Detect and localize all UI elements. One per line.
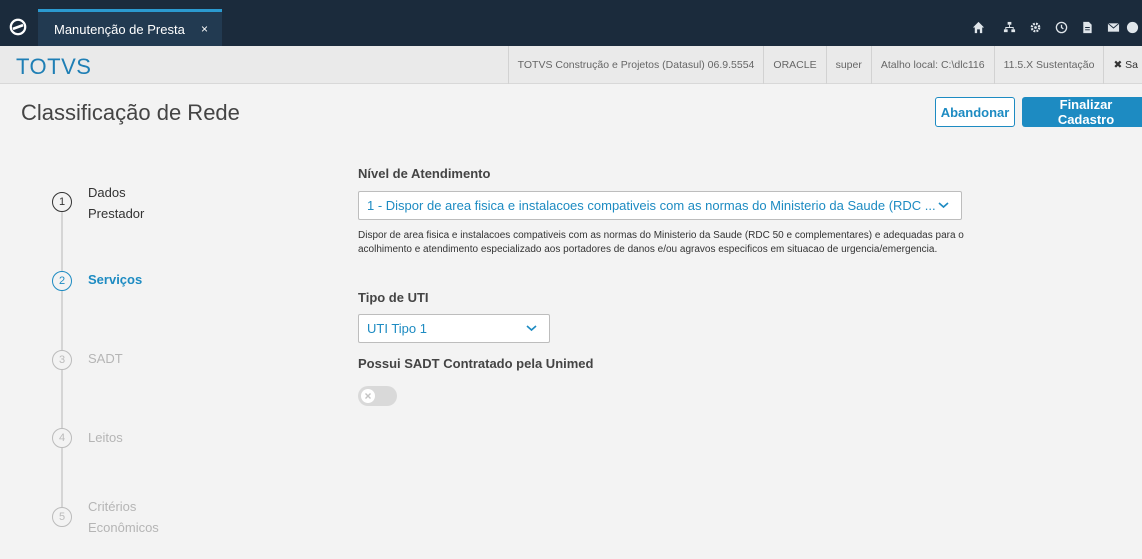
nivel-atendimento-label: Nível de Atendimento <box>358 166 491 181</box>
close-icon <box>361 389 375 403</box>
info-product: TOTVS Construção e Projetos (Datasul) 06… <box>507 46 764 84</box>
nivel-atendimento-help: Dispor de area fisica e instalacoes comp… <box>358 230 964 255</box>
help-icon[interactable] <box>1126 9 1142 46</box>
finish-registration-button[interactable]: Finalizar Cadastro <box>1022 97 1142 127</box>
brand-bar: TOTVS TOTVS Construção e Projetos (Datas… <box>0 46 1142 84</box>
chevron-down-icon <box>526 321 537 335</box>
top-bar: Manutenção de Presta × <box>0 0 1142 46</box>
abandon-button[interactable]: Abandonar <box>935 97 1015 127</box>
step-3-number[interactable]: 3 <box>52 350 72 370</box>
step-5-number[interactable]: 5 <box>52 507 72 527</box>
close-icon[interactable]: × <box>201 22 208 36</box>
brand-logo: TOTVS <box>16 54 92 79</box>
step-5-line2: Econômicos <box>88 520 159 535</box>
sitemap-icon[interactable] <box>996 9 1022 46</box>
sadt-label: Possui SADT Contratado pela Unimed <box>358 356 594 371</box>
step-5-line1: Critérios <box>88 499 137 514</box>
home-icon[interactable] <box>960 9 996 46</box>
step-1-label[interactable]: Dados Prestador <box>88 182 144 224</box>
tipo-uti-value: UTI Tipo 1 <box>367 321 427 336</box>
info-user: super <box>825 46 871 84</box>
sadt-toggle[interactable] <box>358 386 397 406</box>
exit-button[interactable]: ✖ Sa <box>1103 46 1142 84</box>
step-4-number[interactable]: 4 <box>52 428 72 448</box>
step-1-line2: Prestador <box>88 206 145 221</box>
step-5-label[interactable]: Critérios Econômicos <box>88 496 159 538</box>
tab-manutencao[interactable]: Manutenção de Presta × <box>38 9 222 46</box>
clock-icon[interactable] <box>1048 9 1074 46</box>
tipo-uti-label: Tipo de UTI <box>358 290 429 305</box>
step-2-label[interactable]: Serviços <box>88 269 142 290</box>
page-title: Classificação de Rede <box>21 100 240 125</box>
gear-icon[interactable] <box>1022 9 1048 46</box>
nivel-atendimento-value: 1 - Dispor de area fisica e instalacoes … <box>367 198 936 213</box>
chevron-down-icon <box>938 198 949 212</box>
step-1-number[interactable]: 1 <box>52 192 72 212</box>
environment-info: TOTVS Construção e Projetos (Datasul) 06… <box>507 46 1142 84</box>
totvs-logo-icon[interactable] <box>0 8 36 46</box>
info-database: ORACLE <box>763 46 825 84</box>
step-1-line1: Dados <box>88 185 126 200</box>
mail-icon[interactable] <box>1100 9 1126 46</box>
info-version: 11.5.X Sustentação <box>993 46 1104 84</box>
tab-label: Manutenção de Presta <box>54 21 185 37</box>
info-shortcut: Atalho local: C:\dlc116 <box>870 46 994 84</box>
document-icon[interactable] <box>1074 9 1100 46</box>
nivel-atendimento-select[interactable]: 1 - Dispor de area fisica e instalacoes … <box>358 191 962 220</box>
toolbar-icons <box>960 9 1142 46</box>
tipo-uti-select[interactable]: UTI Tipo 1 <box>358 314 550 343</box>
step-4-label[interactable]: Leitos <box>88 427 123 448</box>
step-2-number[interactable]: 2 <box>52 271 72 291</box>
step-3-label[interactable]: SADT <box>88 348 123 369</box>
